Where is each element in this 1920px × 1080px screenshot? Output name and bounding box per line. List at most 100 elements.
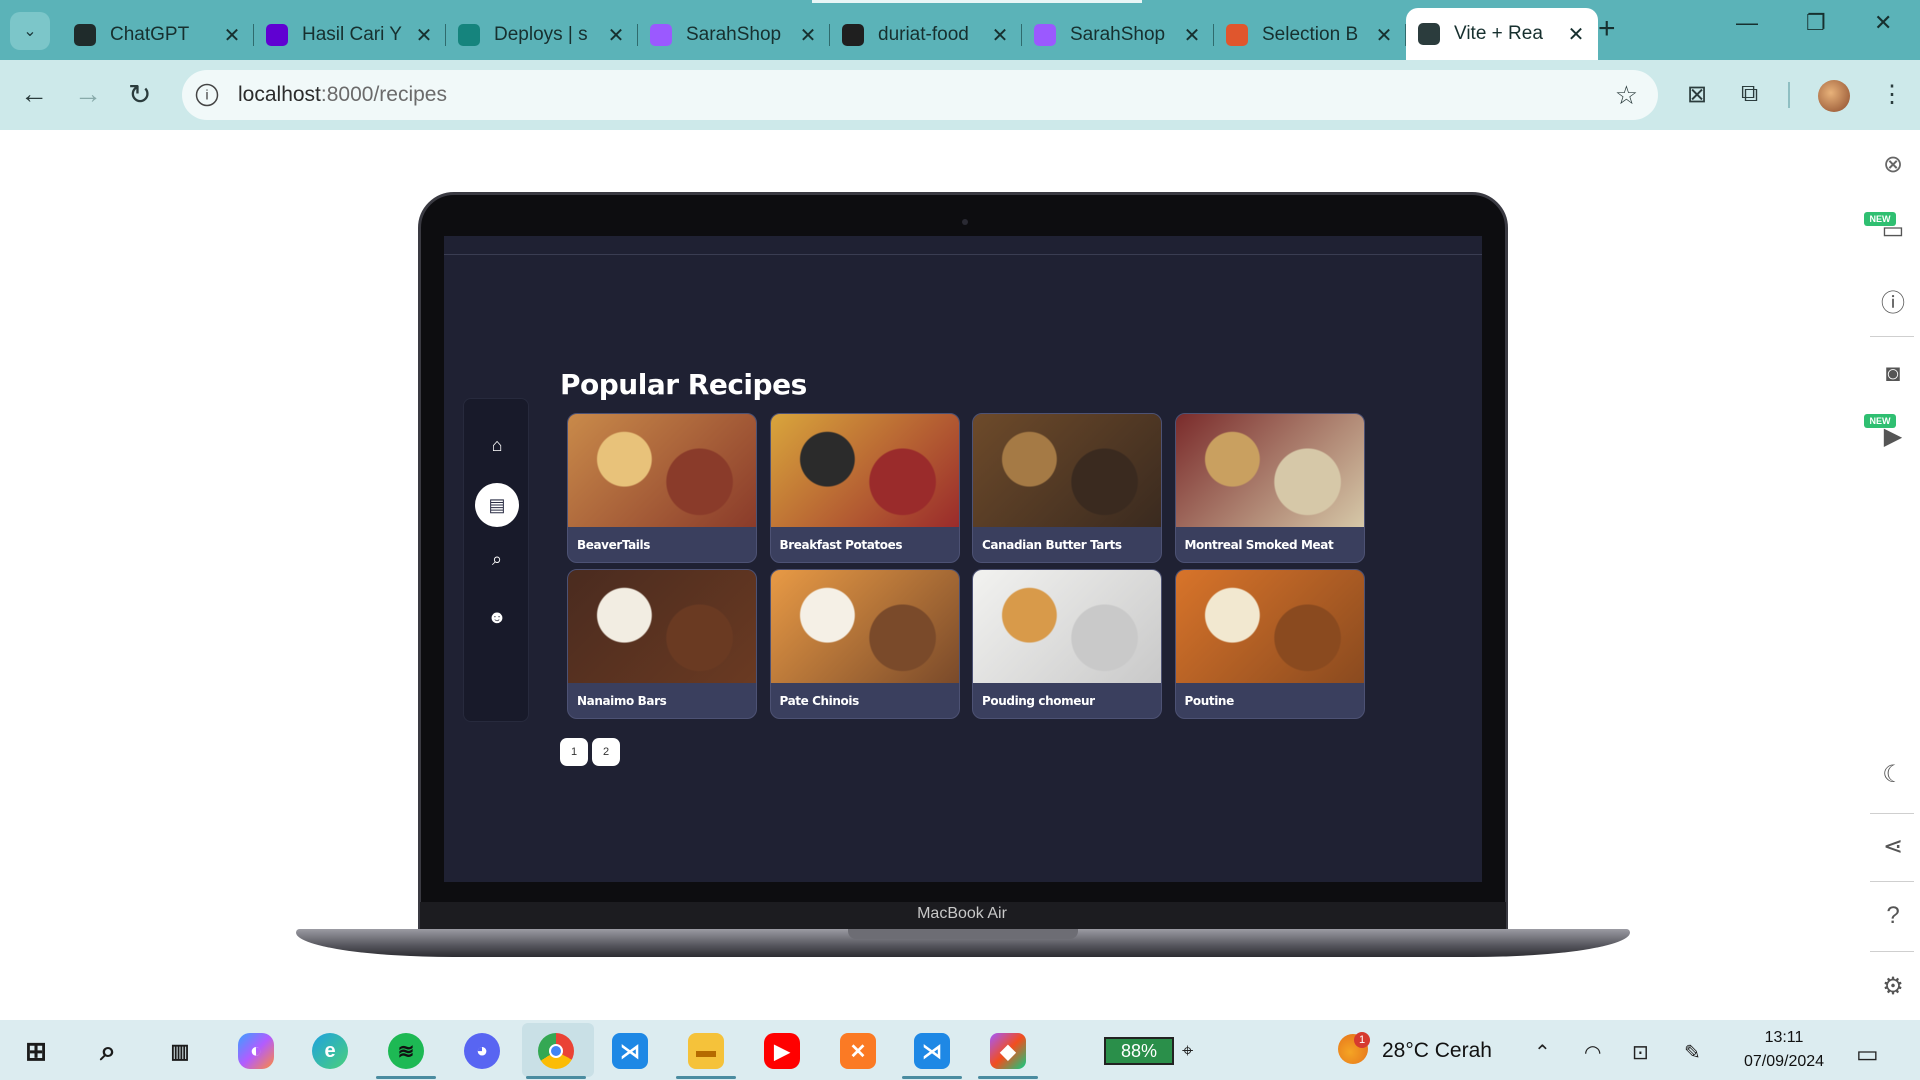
tab-title: SarahShop — [686, 24, 782, 45]
browser-tab[interactable]: Hasil Cari Y ✕ — [254, 12, 446, 58]
recipe-image[interactable] — [973, 414, 1161, 527]
recipe-name[interactable]: Nanaimo Bars — [568, 683, 756, 718]
chrome-icon[interactable] — [538, 1033, 574, 1069]
tab-close-icon[interactable]: ✕ — [1374, 23, 1394, 48]
recipe-card[interactable]: Breakfast Potatoes — [769, 413, 960, 563]
new-tab-button[interactable]: + — [1598, 12, 1616, 46]
camera-icon[interactable]: ◙ — [1878, 359, 1908, 389]
recipe-name[interactable]: Canadian Butter Tarts — [973, 527, 1161, 562]
video-camera-icon[interactable]: ▶ — [1878, 421, 1908, 451]
extensions-puzzle-icon[interactable]: ⧉ — [1741, 80, 1758, 108]
tab-close-icon[interactable]: ✕ — [414, 23, 434, 48]
youtube-icon[interactable]: ▶ — [764, 1033, 800, 1069]
browser-tab[interactable]: Deploys | s ✕ — [446, 12, 638, 58]
battery-indicator[interactable]: 88% — [1104, 1037, 1174, 1065]
weather-text[interactable]: 28°C Cerah — [1382, 1039, 1492, 1063]
recipe-image[interactable] — [770, 414, 959, 527]
recipe-card[interactable]: BeaverTails — [567, 413, 757, 563]
recipe-image[interactable] — [973, 570, 1161, 683]
tab-close-icon[interactable]: ✕ — [798, 23, 818, 48]
recipe-image[interactable] — [770, 570, 959, 683]
browser-tab[interactable]: Vite + Rea ✕ — [1406, 8, 1598, 60]
bookmark-star-icon[interactable]: ☆ — [1615, 80, 1638, 111]
spotify-icon[interactable]: ≋ — [388, 1033, 424, 1069]
recipe-name[interactable]: BeaverTails — [568, 527, 756, 562]
recipe-image[interactable] — [1175, 570, 1364, 683]
profile-avatar[interactable] — [1818, 80, 1850, 112]
file-explorer-icon[interactable]: ▬ — [688, 1033, 724, 1069]
xampp-icon[interactable]: ✕ — [840, 1033, 876, 1069]
search-icon[interactable]: ⌕ — [90, 1033, 126, 1069]
meet-now-icon[interactable]: ⊡ — [1632, 1040, 1649, 1065]
recipe-card[interactable]: Montreal Smoked Meat — [1174, 413, 1365, 563]
recipe-name[interactable]: Poutine — [1176, 683, 1364, 718]
close-window-button[interactable]: ✕ — [1874, 10, 1892, 36]
page-button[interactable]: 1 — [560, 738, 588, 766]
reload-button[interactable]: ↻ — [128, 78, 151, 111]
task-view-icon[interactable]: ▥ — [162, 1033, 198, 1069]
search-icon[interactable]: ⌕ — [485, 547, 509, 571]
moon-icon[interactable]: ☾ — [1878, 759, 1908, 789]
browser-tab[interactable]: duriat-food ✕ — [830, 12, 1022, 58]
browser-tab[interactable]: SarahShop ✕ — [1022, 12, 1214, 58]
recipe-image[interactable] — [568, 414, 756, 527]
site-info-icon[interactable]: i — [195, 83, 219, 107]
browser-tab[interactable]: Selection B ✕ — [1214, 12, 1406, 58]
home-icon[interactable]: ⌂ — [485, 433, 509, 457]
extension-blocked-icon[interactable]: ⊠ — [1687, 80, 1707, 109]
restore-button[interactable]: ❐ — [1806, 10, 1826, 36]
page-button[interactable]: 2 — [592, 738, 620, 766]
info-circle-icon[interactable]: ⓘ — [1878, 285, 1908, 317]
recipe-name[interactable]: Pouding chomeur — [973, 683, 1161, 718]
devices-icon[interactable]: ▭ — [1878, 215, 1908, 245]
start-windows-icon[interactable]: ⊞ — [18, 1033, 54, 1069]
url-text[interactable]: localhost:8000/recipes — [238, 83, 447, 107]
pen-menu-icon[interactable]: ✎ — [1684, 1040, 1701, 1065]
chevron-up-icon[interactable]: ⌃ — [1534, 1040, 1551, 1065]
recipe-image[interactable] — [1175, 414, 1364, 527]
globe-icon — [1418, 23, 1440, 45]
close-circle-icon[interactable]: ⊗ — [1878, 149, 1908, 179]
tab-close-icon[interactable]: ✕ — [222, 23, 242, 48]
browser-tab[interactable]: SarahShop ✕ — [638, 12, 830, 58]
minimize-button[interactable]: — — [1736, 10, 1758, 36]
tab-close-icon[interactable]: ✕ — [606, 23, 626, 48]
address-bar[interactable]: i localhost:8000/recipes ☆ — [182, 70, 1658, 120]
recipe-card[interactable]: Nanaimo Bars — [567, 569, 757, 719]
tab-list: ChatGPT ✕ Hasil Cari Y ✕ Deploys | s ✕ SarahSh… — [62, 8, 1598, 60]
vscode-icon[interactable]: ⋊ — [612, 1033, 648, 1069]
recipe-name[interactable]: Montreal Smoked Meat — [1176, 527, 1364, 562]
wifi-icon[interactable]: ◠ — [1584, 1040, 1601, 1065]
forward-button[interactable]: → — [74, 78, 102, 110]
app-diamond-icon[interactable]: ◆ — [990, 1033, 1026, 1069]
clock[interactable]: 13:11 07/09/2024 — [1736, 1026, 1832, 1074]
tab-search-button[interactable]: ⌄ — [10, 12, 50, 50]
recipe-card[interactable]: Poutine — [1174, 569, 1365, 719]
recipe-card[interactable]: Pate Chinois — [769, 569, 960, 719]
tab-title: Deploys | s — [494, 24, 588, 45]
recipe-name[interactable]: Breakfast Potatoes — [771, 527, 959, 562]
tab-close-icon[interactable]: ✕ — [990, 23, 1010, 48]
yahoo-icon — [266, 24, 288, 46]
users-icon[interactable]: ☻ — [485, 605, 509, 629]
back-button[interactable]: ← — [20, 78, 48, 110]
recipe-card[interactable]: Canadian Butter Tarts — [972, 413, 1162, 563]
pen-icon[interactable]: ⌖ — [1182, 1040, 1193, 1063]
settings-gear-icon[interactable]: ⚙ — [1878, 971, 1908, 1001]
more-menu-icon[interactable]: ⋮ — [1880, 80, 1904, 109]
vscode-icon-2[interactable]: ⋊ — [914, 1033, 950, 1069]
discord-icon[interactable]: ◕ — [464, 1033, 500, 1069]
edge-icon[interactable]: e — [312, 1033, 348, 1069]
tab-close-icon[interactable]: ✕ — [1182, 23, 1202, 48]
copilot-icon[interactable]: ◐ — [238, 1033, 274, 1069]
running-indicator — [902, 1076, 962, 1079]
notification-icon[interactable]: ▭ — [1856, 1040, 1879, 1069]
recipe-card[interactable]: Pouding chomeur — [972, 569, 1162, 719]
stats-icon — [1226, 24, 1248, 46]
browser-tab[interactable]: ChatGPT ✕ — [62, 12, 254, 58]
recipe-name[interactable]: Pate Chinois — [771, 683, 959, 718]
tab-close-icon[interactable]: ✕ — [1566, 22, 1586, 47]
share-icon[interactable]: ⋖ — [1878, 831, 1908, 861]
recipe-image[interactable] — [568, 570, 756, 683]
book-icon[interactable]: ▤ — [475, 483, 519, 527]
